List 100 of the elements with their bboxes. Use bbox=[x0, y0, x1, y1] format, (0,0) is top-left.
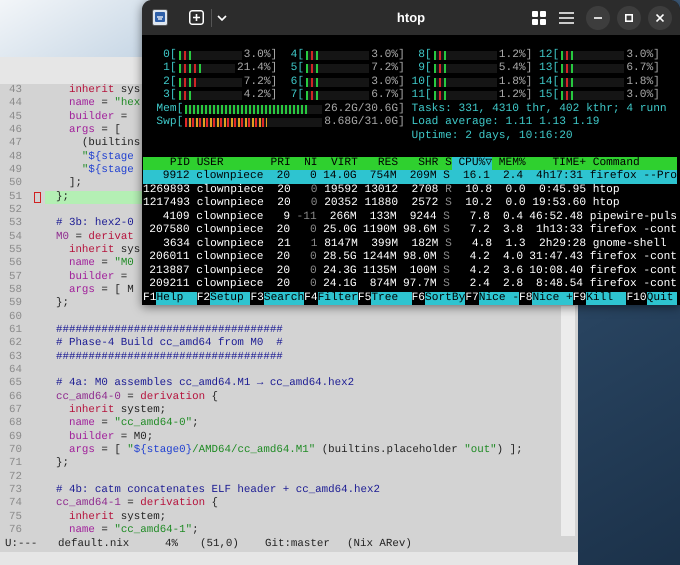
column-header[interactable]: CPU%▽ bbox=[452, 156, 492, 170]
meter-reading: 6.7%] bbox=[626, 62, 660, 76]
scrollbar[interactable] bbox=[561, 306, 575, 536]
table-cell-text: 874M bbox=[368, 278, 397, 292]
function-key-button[interactable]: Nice - bbox=[478, 292, 520, 305]
meter-label: 11[ bbox=[410, 89, 432, 102]
table-cell-text: firefox --Pro bbox=[588, 170, 677, 184]
table-cell-text: 2.4 bbox=[468, 278, 490, 292]
maximize-icon bbox=[625, 14, 633, 22]
line-number: 71 bbox=[9, 457, 23, 471]
table-cell-text: clownpiece bbox=[195, 251, 264, 264]
line-number: 60 bbox=[9, 310, 23, 324]
table-cell-text: 4.2 bbox=[468, 251, 490, 264]
line-number: 57 bbox=[9, 270, 23, 284]
table-cell-text: S bbox=[444, 197, 452, 210]
column-header[interactable]: RES bbox=[358, 156, 398, 170]
line-number: 48 bbox=[9, 150, 23, 164]
table-cell-text: 10:08.40 bbox=[528, 264, 584, 278]
meter-reading: 8.68G/31.0G] bbox=[324, 116, 405, 130]
code-line: # 3b: hex2-0 bbox=[56, 217, 134, 231]
code-line: cc_amd64-0 = derivation { bbox=[56, 390, 218, 404]
table-cell-text: -11 bbox=[296, 210, 317, 224]
line-number: 49 bbox=[9, 164, 23, 178]
code-line: M0 = derivat bbox=[56, 230, 134, 244]
grid-icon[interactable] bbox=[532, 10, 546, 24]
meter-reading: 21.4%] bbox=[236, 62, 278, 76]
chevron-down-icon[interactable] bbox=[217, 14, 227, 20]
column-header[interactable]: TIME+ bbox=[526, 156, 586, 170]
table-cell-text: 133M bbox=[368, 210, 397, 224]
close-button[interactable] bbox=[648, 6, 672, 30]
menu-icon[interactable] bbox=[559, 12, 574, 24]
new-tab-icon[interactable] bbox=[189, 10, 204, 25]
function-key-button[interactable]: Setup bbox=[210, 292, 250, 305]
table-cell-text: 20 bbox=[276, 184, 291, 197]
code-line: inherit sys bbox=[68, 244, 140, 257]
table-cell-text: 182M bbox=[410, 238, 438, 251]
stat-value: 1.11 1.13 1.19 bbox=[506, 116, 600, 130]
table-cell-text: pipewire-puls bbox=[588, 210, 677, 224]
line-number: 67 bbox=[9, 404, 23, 418]
meter-label: 2[ bbox=[162, 76, 177, 88]
code-line: ################################### bbox=[56, 350, 283, 364]
column-header[interactable]: NI bbox=[290, 156, 318, 170]
column-header[interactable]: Command bbox=[586, 156, 677, 170]
function-key-button[interactable]: Kill bbox=[586, 292, 626, 305]
function-key-button[interactable]: Filter bbox=[318, 292, 358, 305]
meter-reading: 3.0%] bbox=[371, 48, 405, 62]
meter-reading: 5.4%] bbox=[498, 62, 532, 76]
meter-label: 3[ bbox=[162, 89, 177, 102]
column-header[interactable]: VIRT bbox=[318, 156, 358, 170]
table-cell-text: 4109 bbox=[162, 210, 190, 224]
column-header[interactable]: SHR bbox=[398, 156, 438, 170]
terminal-icon[interactable] bbox=[152, 9, 168, 26]
code-line: ]; bbox=[68, 177, 82, 191]
meter-label: 13[ bbox=[538, 62, 560, 76]
function-key-button[interactable]: Quit bbox=[646, 292, 677, 305]
line-number: 75 bbox=[9, 510, 23, 524]
function-key-button[interactable]: Search bbox=[264, 292, 304, 305]
column-header[interactable]: PRI bbox=[264, 156, 291, 170]
table-cell-text: 9 bbox=[282, 210, 290, 224]
stat-value: 331, 4310 thr, 402 kthr; 4 runn bbox=[458, 102, 667, 116]
stat-label: Load average: bbox=[412, 116, 499, 130]
function-key-button[interactable]: Nice + bbox=[532, 292, 573, 305]
line-number: 43 bbox=[9, 84, 23, 98]
table-cell-text: 11880 bbox=[364, 197, 398, 210]
table-cell-text: 207580 bbox=[148, 224, 190, 238]
function-key-button[interactable]: SortBy bbox=[425, 292, 466, 305]
column-header[interactable]: MEM% bbox=[492, 156, 526, 170]
table-cell-text: 2.8 bbox=[502, 278, 524, 292]
table-cell-text: htop bbox=[592, 197, 621, 210]
close-icon bbox=[656, 14, 664, 22]
table-cell-text: 1.3 bbox=[504, 238, 526, 251]
code-line: builder = bbox=[68, 110, 128, 124]
column-header[interactable]: PID bbox=[143, 156, 190, 170]
column-header[interactable]: S bbox=[438, 156, 452, 170]
code-line: inherit system; bbox=[68, 404, 166, 417]
meter-reading: 7.2%] bbox=[244, 76, 278, 88]
table-cell-text: 19592 bbox=[323, 184, 358, 197]
maximize-button[interactable] bbox=[617, 6, 641, 30]
line-number: 73 bbox=[9, 484, 23, 498]
table-cell-text: 2.4 bbox=[502, 170, 524, 184]
table-cell-text: 9912 bbox=[162, 170, 190, 184]
table-cell-text: 0 bbox=[308, 170, 317, 184]
function-key-button[interactable]: Tree bbox=[371, 292, 412, 305]
minimize-button[interactable] bbox=[586, 6, 610, 30]
table-cell-text: clownpiece bbox=[195, 224, 264, 238]
table-cell-text: R bbox=[444, 184, 452, 197]
selected-process-row[interactable]: 9912 clownpiece 20 0 14.0G 754M 209M S 16.1 2.4 4h17:31 firefox --Pro bbox=[143, 170, 677, 184]
function-key-button[interactable]: Help bbox=[156, 292, 197, 305]
line-number: 50 bbox=[9, 177, 23, 191]
table-cell-text: 7.8 bbox=[468, 210, 490, 224]
meter-label: 8[ bbox=[417, 48, 432, 62]
meter-label: 14[ bbox=[538, 76, 560, 88]
table-cell-text: 8147M bbox=[323, 238, 358, 251]
line-number: 44 bbox=[9, 97, 23, 111]
table-cell-text: 20 bbox=[276, 278, 290, 292]
code-line: inherit system; bbox=[68, 510, 166, 524]
column-header[interactable]: USER bbox=[190, 156, 264, 170]
table-cell-text: firefox -cont bbox=[588, 224, 677, 238]
meter-label: 1[ bbox=[162, 62, 177, 76]
meter-label: Mem[ bbox=[156, 102, 184, 116]
